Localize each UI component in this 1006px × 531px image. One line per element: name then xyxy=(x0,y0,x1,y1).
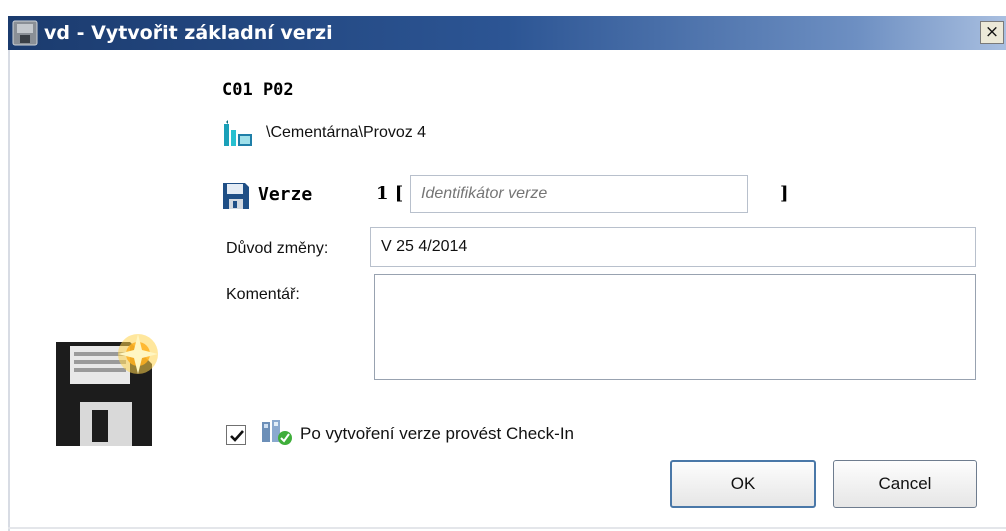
object-heading: C01 P02 xyxy=(222,80,294,100)
title-bar[interactable]: vd - Vytvořit základní verzi × xyxy=(8,16,1006,50)
floppy-new-icon xyxy=(56,334,158,446)
close-button[interactable]: × xyxy=(980,21,1004,44)
checkmark-icon xyxy=(230,430,244,442)
reason-input[interactable] xyxy=(370,227,976,267)
window-title: vd - Vytvořit základní verzi xyxy=(44,22,333,44)
comment-label: Komentář: xyxy=(226,286,300,303)
reason-label: Důvod změny: xyxy=(226,240,329,257)
version-closing-bracket: ] xyxy=(780,183,789,204)
version-number: 1 [ xyxy=(376,183,404,204)
floppy-icon xyxy=(223,183,249,209)
version-label: Verze xyxy=(258,184,313,205)
window-bottom-border xyxy=(8,527,1006,529)
plant-icon xyxy=(224,120,252,146)
comment-textarea[interactable] xyxy=(374,274,976,380)
app-icon xyxy=(12,20,38,46)
ok-button[interactable]: OK xyxy=(670,460,816,508)
object-path: \Cementárna\Provoz 4 xyxy=(266,124,427,141)
checkin-label: Po vytvoření verze provést Check-In xyxy=(300,424,575,443)
version-identifier-input[interactable] xyxy=(410,175,748,213)
window-left-border xyxy=(8,50,10,531)
checkin-icon xyxy=(262,420,292,445)
cancel-button[interactable]: Cancel xyxy=(833,460,977,508)
